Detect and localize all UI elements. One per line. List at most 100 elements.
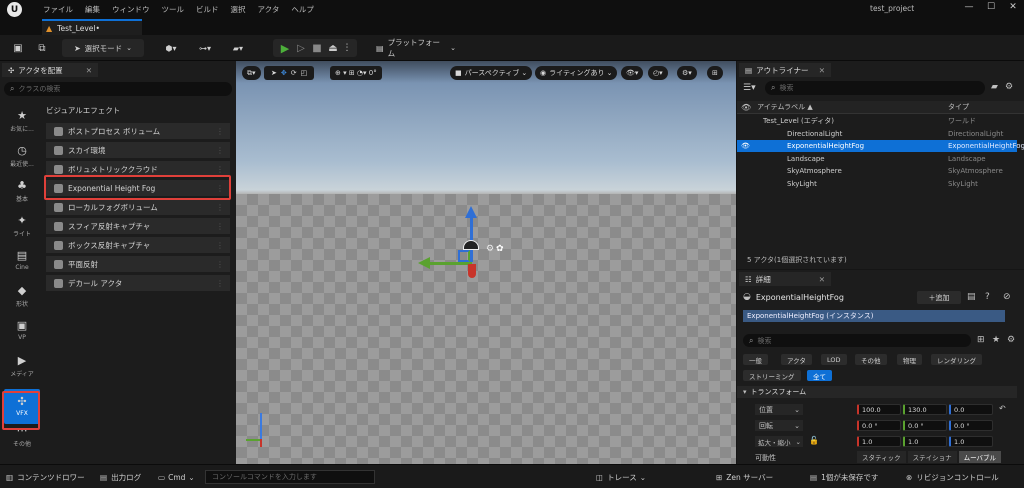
details-settings-icon[interactable]: ⚙ (1007, 335, 1015, 345)
blueprint-button-icon[interactable]: ▤ (967, 292, 976, 302)
category-5[interactable]: ◆ 形状 (4, 284, 40, 319)
favorite-icon[interactable]: ★ (992, 335, 1000, 345)
platform-dropdown[interactable]: ▤ プラットフォーム ⌄ (372, 38, 460, 58)
details-tab[interactable]: ☷ 詳細 ✕ (739, 272, 831, 286)
filter-chip[interactable]: 全て (807, 370, 832, 381)
perspective-dropdown[interactable]: ■ パースペクティブ ⌄ (450, 66, 533, 80)
trace-dropdown[interactable]: ◫ トレース ⌄ (596, 470, 646, 484)
eject-icon[interactable]: ⏏ (325, 43, 341, 54)
outliner-row[interactable]: SkyAtmosphere SkyAtmosphere (737, 165, 1017, 177)
category-0[interactable]: ★ お気に... (4, 109, 40, 144)
menu-actor[interactable]: アクタ (258, 4, 280, 15)
cmd-dropdown[interactable]: ▭ Cmd ⌄ (158, 470, 195, 484)
level-tab[interactable]: ▲ Test_Level• (42, 19, 142, 35)
light-actor-icon[interactable]: ⚙ (486, 244, 494, 254)
location-z-field[interactable]: 0.0 (949, 404, 993, 415)
filter-chip[interactable]: 物理 (897, 354, 922, 365)
maximize-icon[interactable]: ☐ (980, 2, 1002, 12)
filter-icon[interactable]: ☰▾ (743, 83, 756, 93)
level-viewport[interactable]: ⧉▾ ➤ ✥ ⟳ ◰ ⊕ ▾ ⊞ ◔▾ 0° ■ パースペクティブ ⌄ ◉ ライ… (236, 61, 736, 464)
fog-actor-icon[interactable] (463, 240, 479, 250)
plane-handle[interactable] (458, 250, 470, 262)
reset-icon[interactable]: ↶ (999, 404, 1006, 413)
grid-view-icon[interactable]: ⊞ (977, 335, 985, 345)
mobility-movable[interactable]: ムーバブル (958, 451, 1002, 463)
y-axis-stub[interactable] (468, 264, 476, 278)
add-component-button[interactable]: ＋追加 (917, 291, 961, 304)
play-icon[interactable]: ▶ (277, 42, 293, 55)
menu-build[interactable]: ビルド (196, 4, 219, 15)
stop-icon[interactable]: ■ (309, 43, 325, 54)
rotation-z-field[interactable]: 0.0 ° (949, 420, 993, 431)
content-drawer-button[interactable]: ▥ コンテンツドロワー (6, 470, 85, 484)
viewport-menu-button[interactable]: ⧉▾ (242, 66, 261, 80)
outliner-row[interactable]: SkyLight SkyLight (737, 178, 1017, 190)
mobility-static[interactable]: スタティック (857, 451, 906, 463)
help-icon[interactable]: ? (985, 292, 990, 302)
category-3[interactable]: ✦ ライト (4, 214, 40, 249)
menu-select[interactable]: 選択 (231, 4, 246, 15)
menu-help[interactable]: ヘルプ (291, 4, 314, 15)
category-2[interactable]: ♣ 基本 (4, 179, 40, 214)
drag-handle-icon[interactable]: ⋮ (216, 260, 224, 269)
actor-item[interactable]: 平面反射 ⋮ (46, 256, 230, 272)
play-in-editor-icon[interactable]: ▷ (293, 43, 309, 54)
details-search-input[interactable]: ⌕ 検索 (743, 334, 971, 347)
item-label-column[interactable]: アイテムラベル ▲ (757, 102, 813, 112)
rotation-y-field[interactable]: 0.0 ° (903, 420, 947, 431)
close-tab-icon[interactable]: ✕ (819, 275, 825, 284)
filter-chip[interactable]: 一般 (743, 354, 768, 365)
settings-dropdown[interactable]: ⚙▾ (677, 66, 697, 80)
rotation-x-field[interactable]: 0.0 ° (857, 420, 901, 431)
category-7[interactable]: ▶ メディア (4, 354, 40, 389)
rotate-tool-icon[interactable]: ⟳ (291, 69, 297, 77)
add-folder-icon[interactable]: ▰ (991, 82, 998, 92)
x-axis-arrow[interactable] (428, 262, 472, 265)
class-search-input[interactable]: ⌕ クラスの検索 (4, 82, 232, 96)
visibility-icon[interactable]: 👁 (741, 142, 753, 150)
cinematics-icon[interactable]: ▰▾ (227, 39, 249, 57)
close-icon[interactable]: ✕ (1002, 2, 1024, 12)
scale-x-field[interactable]: 1.0 (857, 436, 901, 447)
drag-handle-icon[interactable]: ⋮ (216, 146, 224, 155)
close-tab-icon[interactable]: ✕ (86, 66, 92, 75)
drag-handle-icon[interactable]: ⋮ (216, 203, 224, 212)
menu-window[interactable]: ウィンドウ (112, 4, 150, 15)
menu-edit[interactable]: 編集 (85, 4, 100, 15)
visibility-header-icon[interactable]: 👁 (741, 103, 751, 112)
drag-handle-icon[interactable]: ⋮ (216, 279, 224, 288)
sky-light-icon[interactable]: ✿ (496, 244, 504, 254)
menu-file[interactable]: ファイル (43, 4, 73, 15)
transform-gizmo[interactable]: ⚙ ✿ (414, 206, 514, 286)
close-tab-icon[interactable]: ✕ (819, 66, 825, 75)
mobility-stationary[interactable]: ステイショナ (907, 451, 957, 463)
minimize-icon[interactable]: — (958, 2, 980, 12)
console-input[interactable]: コンソールコマンドを入力します (205, 470, 375, 484)
location-x-field[interactable]: 100.0 (857, 404, 901, 415)
rotation-dropdown[interactable]: 回転 ⌄ (755, 420, 803, 431)
transform-tools[interactable]: ➤ ✥ ⟳ ◰ (264, 66, 315, 80)
scale-tool-icon[interactable]: ◰ (301, 69, 308, 77)
actor-item[interactable]: ボックス反射キャプチャ ⋮ (46, 237, 230, 253)
browse-icon[interactable]: ⧉ (34, 39, 50, 57)
actor-item[interactable]: スカイ環境 ⋮ (46, 142, 230, 158)
outliner-tab[interactable]: ▤ アウトライナー ✕ (739, 63, 831, 77)
scale-lock-icon[interactable]: 🔓 (809, 436, 819, 445)
perf-dropdown[interactable]: ◴▾ (648, 66, 668, 80)
unsaved-button[interactable]: ▤ 1個が未保存です (810, 470, 878, 484)
revision-control-button[interactable]: ⊗ リビジョンコントロール (906, 470, 999, 484)
show-dropdown[interactable]: 👁▾ (621, 66, 644, 80)
output-log-button[interactable]: ▤ 出力ログ (100, 470, 141, 484)
outliner-row[interactable]: DirectionalLight DirectionalLight (737, 128, 1017, 140)
scale-dropdown[interactable]: 拡大・縮小 ⌄ (755, 436, 803, 447)
location-y-field[interactable]: 130.0 (903, 404, 947, 415)
filter-chip[interactable]: LOD (821, 354, 847, 365)
drag-handle-icon[interactable]: ⋮ (216, 222, 224, 231)
drag-handle-icon[interactable]: ⋮ (216, 127, 224, 136)
unreal-logo-icon[interactable]: U (7, 2, 22, 17)
category-1[interactable]: ◷ 最近使... (4, 144, 40, 179)
layout-button[interactable]: ⊞ (707, 66, 723, 80)
actor-item[interactable]: スフィア反射キャプチャ ⋮ (46, 218, 230, 234)
menu-tools[interactable]: ツール (162, 4, 185, 15)
move-tool-icon[interactable]: ✥ (281, 69, 287, 77)
